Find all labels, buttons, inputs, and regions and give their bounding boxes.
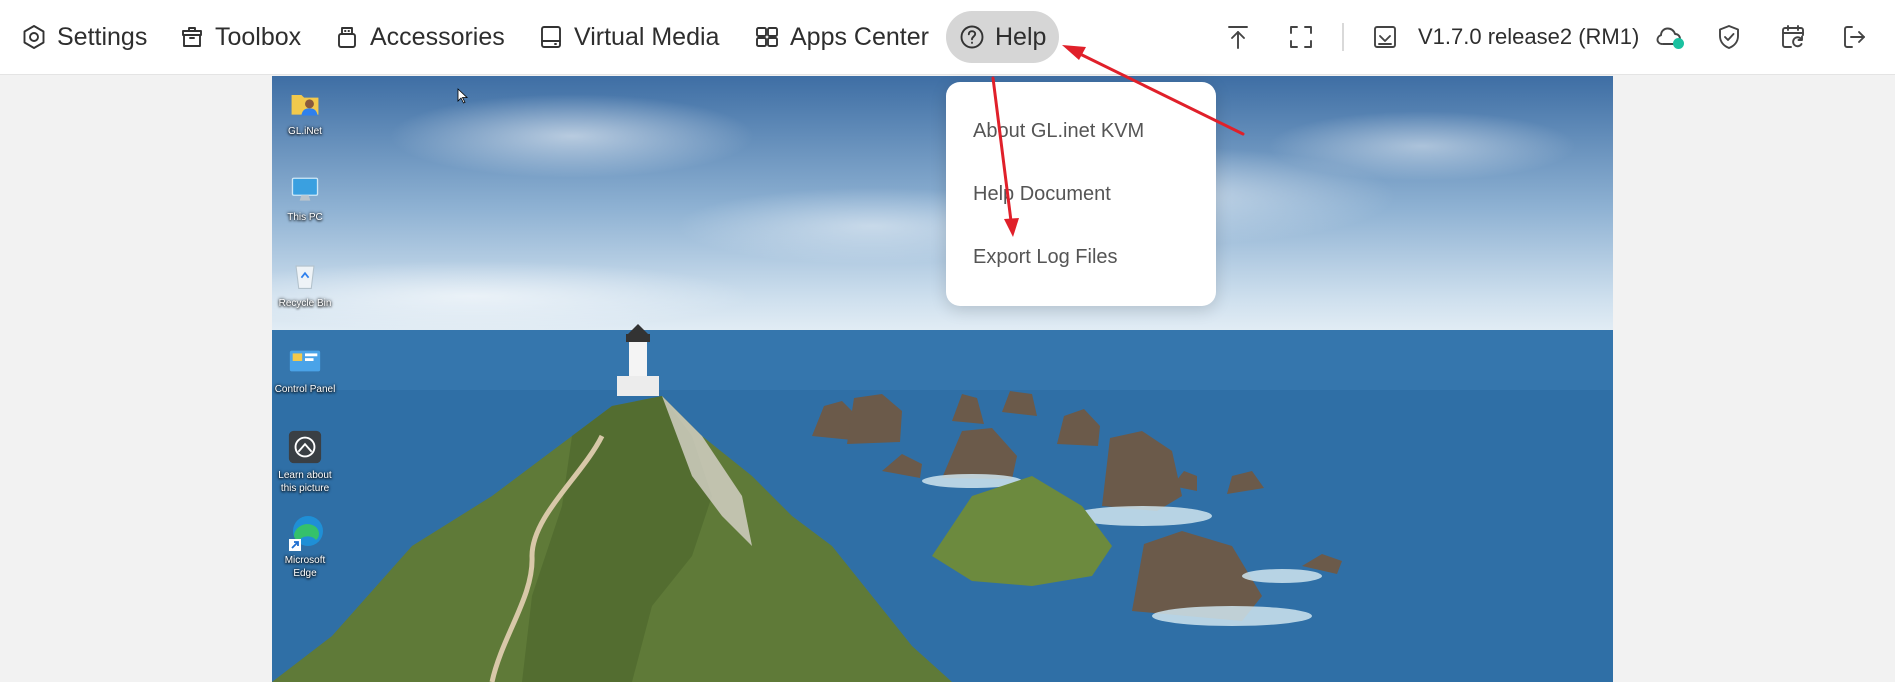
upload-button[interactable] [1221, 20, 1255, 54]
version-button[interactable]: V1.7.0 release2 (RM1) [1370, 17, 1639, 57]
menu-toolbox[interactable]: Toolbox [166, 11, 313, 63]
menu-item-about[interactable]: About GL.inet KVM [973, 120, 1144, 143]
desktop-icon-gl-inet[interactable]: GL.iNet [274, 84, 336, 138]
menu-apps-center-label: Apps Center [790, 22, 929, 51]
logout-icon [1844, 26, 1865, 48]
calendar-refresh-icon [1782, 25, 1804, 48]
recycle-bin-icon [286, 256, 324, 294]
menu-accessories-label: Accessories [370, 22, 505, 51]
desktop-icon-control-panel[interactable]: Control Panel [274, 342, 336, 396]
fullscreen-icon [1290, 26, 1312, 48]
upload-icon [1228, 26, 1248, 49]
menu-item-export-log-files[interactable]: Export Log Files [973, 246, 1118, 269]
desktop-icon-label: Recycle Bin [278, 298, 332, 309]
desktop-icon-label: Control Panel [274, 384, 336, 395]
cloud-button[interactable] [1652, 20, 1686, 54]
folder-user-icon [286, 84, 324, 122]
menu-virtual-media-label: Virtual Media [574, 22, 720, 51]
this-pc-icon [286, 170, 324, 208]
cloud-status-dot [1673, 38, 1684, 49]
edge-icon [286, 513, 324, 551]
desktop-icon-label: Learn about this picture [278, 470, 332, 494]
desktop-icon-label: This PC [287, 212, 323, 223]
fullscreen-button[interactable] [1284, 20, 1318, 54]
help-icon [960, 25, 984, 49]
toolbar-divider [1342, 23, 1344, 51]
menu-settings-label: Settings [57, 22, 148, 51]
menu-toolbox-label: Toolbox [215, 22, 302, 51]
version-text: V1.7.0 release2 (RM1) [1418, 24, 1640, 49]
update-icon [1374, 26, 1396, 48]
accessories-icon [338, 27, 356, 48]
menu-help-label: Help [995, 22, 1047, 51]
desktop-icon-this-pc[interactable]: This PC [274, 170, 336, 224]
desktop-icon-edge[interactable]: Microsoft Edge [274, 513, 336, 580]
schedule-button[interactable] [1776, 20, 1810, 54]
toolbox-icon [182, 27, 202, 47]
menu-apps-center[interactable]: Apps Center [741, 11, 941, 63]
logout-button[interactable] [1837, 20, 1871, 54]
control-panel-icon [286, 342, 324, 380]
desktop-icon-label: Microsoft Edge [284, 555, 326, 579]
menu-virtual-media[interactable]: Virtual Media [525, 11, 731, 63]
menu-help[interactable]: Help [946, 11, 1059, 63]
menu-item-help-document[interactable]: Help Document [973, 183, 1111, 206]
desktop-icon-label: GL.iNet [288, 126, 322, 137]
help-dropdown-menu: About GL.inet KVM Help Document Export L… [946, 82, 1216, 306]
top-toolbar: Settings Toolbox Accessories Virtual Med… [0, 0, 1895, 75]
shield-icon [1719, 25, 1739, 49]
remote-desktop-view[interactable]: GL.iNet This PC Recycle Bin Control Pane… [272, 76, 1613, 682]
settings-icon [23, 25, 45, 49]
desktop-icon-learn-picture[interactable]: Learn about this picture [274, 428, 336, 495]
desktop-icon-recycle-bin[interactable]: Recycle Bin [274, 256, 336, 310]
menu-accessories[interactable]: Accessories [321, 11, 517, 63]
security-button[interactable] [1712, 20, 1746, 54]
apps-center-icon [756, 27, 778, 47]
menu-settings[interactable]: Settings [8, 11, 159, 63]
virtual-media-icon [541, 26, 561, 48]
mouse-cursor-icon [457, 88, 469, 104]
wallpaper-landscape [272, 324, 1613, 682]
learn-picture-icon [286, 428, 324, 466]
